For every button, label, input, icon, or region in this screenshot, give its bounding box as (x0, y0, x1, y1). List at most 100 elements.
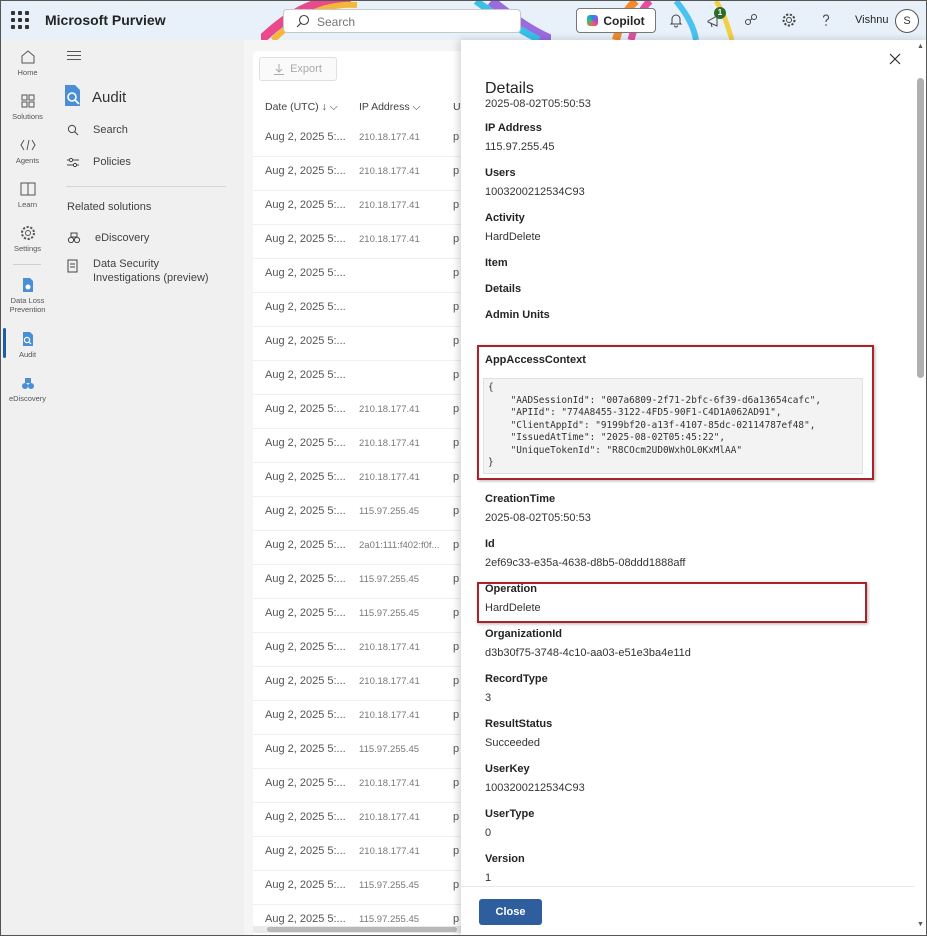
sliders-icon (67, 157, 79, 168)
scrollbar-thumb[interactable] (917, 78, 924, 378)
nav-item-label: Search (93, 124, 128, 136)
scroll-up-icon[interactable]: ▲ (917, 43, 924, 50)
table-row[interactable]: Aug 2, 2025 5:... 115.97.255.45 p (253, 735, 473, 769)
gear-icon[interactable] (781, 12, 797, 28)
table-row[interactable]: Aug 2, 2025 5:... 210.18.177.41 p (253, 633, 473, 667)
table-row[interactable]: Aug 2, 2025 5:... 2a01:111:f402:f0f... p (253, 531, 473, 565)
rail-item-solutions[interactable]: Solutions (1, 92, 54, 121)
field-label: UserType (485, 808, 535, 820)
global-search[interactable] (283, 9, 521, 33)
field-value: 3 (485, 692, 492, 704)
table-cell: Aug 2, 2025 5:... (265, 335, 346, 347)
search-input[interactable] (317, 13, 507, 30)
table-cell: 210.18.177.41 (359, 404, 420, 415)
copilot-button[interactable]: Copilot (576, 8, 656, 33)
table-cell: Aug 2, 2025 5:... (265, 913, 346, 925)
table-cell: 210.18.177.41 (359, 200, 420, 211)
table-row[interactable]: Aug 2, 2025 5:... p (253, 293, 473, 327)
scroll-down-icon[interactable]: ▼ (917, 921, 924, 928)
rail-item-agents[interactable]: Agents (1, 136, 54, 165)
table-cell: Aug 2, 2025 5:... (265, 233, 346, 245)
table-row[interactable]: Aug 2, 2025 5:... 115.97.255.45 p (253, 871, 473, 905)
table-cell: 210.18.177.41 (359, 642, 420, 653)
nav-item-data-security-investigations[interactable]: Data Security Investigations (preview) (67, 257, 227, 285)
table-row[interactable]: Aug 2, 2025 5:... p (253, 361, 473, 395)
nav-item-search[interactable]: Search (67, 124, 128, 136)
table-cell: Aug 2, 2025 5:... (265, 845, 346, 857)
table-cell: p (453, 369, 460, 381)
field-label: RecordType (485, 673, 548, 685)
table-row[interactable]: Aug 2, 2025 5:... 115.97.255.45 p (253, 497, 473, 531)
table-row[interactable]: Aug 2, 2025 5:... 115.97.255.45 p (253, 565, 473, 599)
help-icon[interactable] (818, 12, 834, 28)
table-row[interactable]: Aug 2, 2025 5:... 210.18.177.41 p (253, 701, 473, 735)
column-header-user[interactable]: U (453, 101, 461, 113)
column-header-ip[interactable]: IP Address ⌵ (359, 101, 420, 114)
field-value: d3b30f75-3748-4c10-aa03-e51e3ba4e11d (485, 647, 691, 659)
table-cell: Aug 2, 2025 5:... (265, 131, 346, 143)
app-launcher-icon[interactable] (11, 11, 29, 29)
rail-label: Settings (13, 244, 42, 253)
table-row[interactable]: Aug 2, 2025 5:... 210.18.177.41 p (253, 803, 473, 837)
field-label: Operation (485, 583, 537, 595)
table-row[interactable]: Aug 2, 2025 5:... 210.18.177.41 p (253, 769, 473, 803)
scrollbar-thumb[interactable] (267, 927, 457, 932)
ediscovery-icon (67, 232, 81, 244)
table-row[interactable]: Aug 2, 2025 5:... 210.18.177.41 p (253, 123, 473, 157)
nav-item-label: Policies (93, 156, 131, 168)
table-row[interactable]: Aug 2, 2025 5:... 210.18.177.41 p (253, 667, 473, 701)
field-label: Activity (485, 212, 525, 224)
close-icon[interactable] (888, 52, 902, 66)
table-cell: Aug 2, 2025 5:... (265, 777, 346, 789)
field-label: Id (485, 538, 495, 550)
table-row[interactable]: Aug 2, 2025 5:... 210.18.177.41 p (253, 191, 473, 225)
table-cell: p (453, 505, 460, 517)
table-cell: p (453, 811, 460, 823)
menu-icon[interactable] (67, 51, 81, 63)
rail-item-home[interactable]: Home (1, 48, 54, 77)
column-label: Date (UTC) (265, 101, 319, 113)
rail-label: eDiscovery (8, 394, 47, 403)
table-row[interactable]: Aug 2, 2025 5:... p (253, 327, 473, 361)
home-icon (21, 50, 34, 64)
table-row[interactable]: Aug 2, 2025 5:... 210.18.177.41 p (253, 837, 473, 871)
table-row[interactable]: Aug 2, 2025 5:... 210.18.177.41 p (253, 157, 473, 191)
field-value: 2025-08-02T05:50:53 (485, 512, 591, 524)
horizontal-scrollbar[interactable] (253, 926, 463, 933)
details-panel: Details 2025-08-02T05:50:53 IP Address 11… (461, 40, 926, 935)
rail-label: Audit (18, 350, 37, 359)
rail-item-audit[interactable]: Audit (1, 330, 54, 359)
table-cell: 210.18.177.41 (359, 846, 420, 857)
vertical-scrollbar[interactable]: ▲ ▼ (914, 40, 926, 935)
rail-divider (13, 264, 41, 265)
table-cell: p (453, 845, 460, 857)
connections-icon[interactable] (743, 12, 759, 28)
bell-icon[interactable] (668, 12, 684, 28)
nav-panel: Audit Search Policies Related solutions … (54, 40, 244, 935)
table-cell: Aug 2, 2025 5:... (265, 573, 346, 585)
avatar[interactable]: S (895, 9, 919, 33)
table-cell: 210.18.177.41 (359, 438, 420, 449)
table-row[interactable]: Aug 2, 2025 5:... 210.18.177.41 p (253, 395, 473, 429)
table-row[interactable]: Aug 2, 2025 5:... 210.18.177.41 p (253, 429, 473, 463)
field-value: 0 (485, 827, 492, 839)
table-row[interactable]: Aug 2, 2025 5:... 115.97.255.45 p (253, 599, 473, 633)
table-cell: Aug 2, 2025 5:... (265, 301, 346, 313)
nav-item-ediscovery[interactable]: eDiscovery (67, 232, 149, 244)
column-header-date[interactable]: Date (UTC) ↓ ⌵ (265, 101, 338, 114)
table-row[interactable]: Aug 2, 2025 5:... 210.18.177.41 p (253, 225, 473, 259)
nav-item-policies[interactable]: Policies (67, 156, 131, 168)
agents-icon (19, 139, 36, 151)
download-icon (274, 63, 285, 75)
rail-item-settings[interactable]: Settings (1, 224, 54, 253)
export-button[interactable]: Export (259, 57, 337, 81)
table-row[interactable]: Aug 2, 2025 5:... 210.18.177.41 p (253, 463, 473, 497)
table-cell: p (453, 607, 460, 619)
table-cell: Aug 2, 2025 5:... (265, 641, 346, 653)
rail-item-ediscovery[interactable]: eDiscovery (1, 374, 54, 403)
rail-item-data-loss-prevention[interactable]: Data Loss Prevention (1, 276, 54, 314)
table-row[interactable]: Aug 2, 2025 5:... p (253, 259, 473, 293)
close-button[interactable]: Close (479, 899, 542, 925)
table-cell: Aug 2, 2025 5:... (265, 505, 346, 517)
rail-item-learn[interactable]: Learn (1, 180, 54, 209)
